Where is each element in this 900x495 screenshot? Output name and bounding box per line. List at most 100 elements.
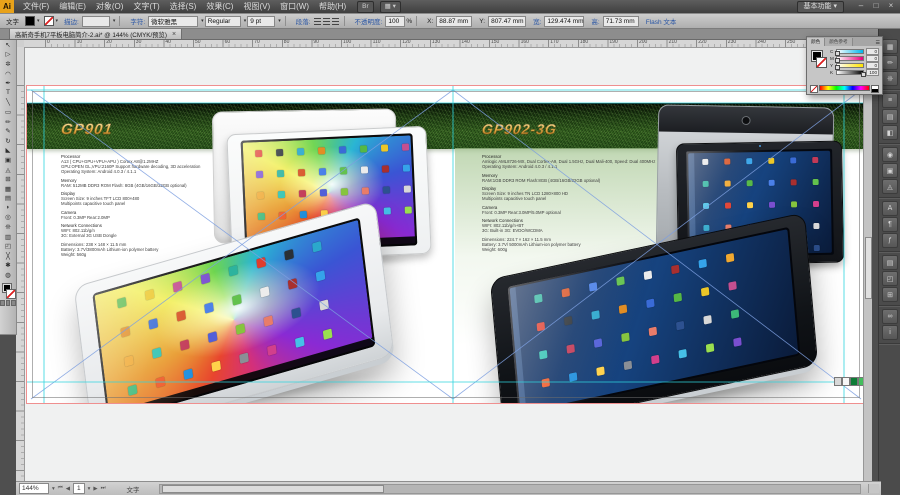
blend-tool[interactable]: ◎	[0, 213, 16, 223]
opacity-field[interactable]: 100	[385, 16, 405, 27]
menu-帮助[interactable]: 帮助(H)	[314, 0, 351, 13]
width-label[interactable]: 宽:	[533, 16, 541, 26]
magic-wand-tool[interactable]: ✲	[0, 59, 16, 69]
artboards-panel-icon[interactable]: ◰	[882, 271, 898, 286]
paragraph-panel-icon[interactable]: ¶	[882, 217, 898, 232]
x-field[interactable]: 88.87 mm	[436, 16, 472, 27]
direct-selection-tool[interactable]: ▷	[0, 50, 16, 60]
color-spectrum-bar[interactable]	[819, 85, 870, 91]
character-panel-icon[interactable]: A	[882, 201, 898, 216]
align-left-button[interactable]	[314, 18, 321, 25]
zoom-dropdown-arrow[interactable]: ▾	[52, 486, 55, 492]
prev-artboard-icon[interactable]: ◀	[66, 486, 70, 492]
brushes-panel-icon[interactable]: ✏	[882, 55, 898, 70]
lasso-tool[interactable]: ◠	[0, 69, 16, 79]
stroke-label[interactable]: 描边:	[64, 16, 79, 26]
pen-tool[interactable]: ✒	[0, 78, 16, 88]
character-label[interactable]: 字符:	[130, 16, 145, 26]
zoom-level-field[interactable]: 144%	[19, 483, 49, 494]
gradient-panel-icon[interactable]: ▤	[882, 109, 898, 124]
slider-value-field[interactable]: 0	[866, 55, 879, 62]
tab-color-guide[interactable]: 颜色参考	[825, 38, 852, 46]
paragraph-label[interactable]: 段落:	[296, 16, 311, 26]
menu-编辑[interactable]: 编辑(E)	[54, 0, 91, 13]
swatches-panel-icon[interactable]: ▦	[882, 39, 898, 54]
links-panel-icon[interactable]: ∞	[882, 309, 898, 324]
align-center-button[interactable]	[323, 18, 330, 25]
font-style-field[interactable]: Regular	[205, 16, 241, 27]
menu-效果[interactable]: 效果(C)	[201, 0, 238, 13]
next-artboard-icon[interactable]: ▶	[93, 486, 97, 492]
slider-value-field[interactable]: 0	[866, 62, 879, 69]
artboard-page[interactable]: GP901 GP902-3G ProcessorA13 ( CPU+GPU+VP…	[26, 85, 866, 404]
menu-窗口[interactable]: 窗口(W)	[275, 0, 314, 13]
canvas-area[interactable]: GP901 GP902-3G ProcessorA13 ( CPU+GPU+VP…	[24, 47, 872, 481]
arrange-documents-button[interactable]: ▦ ▾	[380, 1, 401, 13]
transparency-panel-icon[interactable]: ◧	[882, 125, 898, 140]
flash-text-link[interactable]: Flash 文本	[646, 16, 677, 26]
graphic-styles-panel-icon[interactable]: ▣	[882, 163, 898, 178]
fill-color-swatch[interactable]	[25, 16, 35, 26]
none-swatch[interactable]	[810, 85, 818, 93]
menu-文字[interactable]: 文字(T)	[128, 0, 164, 13]
menu-对象[interactable]: 对象(O)	[91, 0, 129, 13]
stroke-color-swatch[interactable]	[44, 16, 54, 26]
draw-behind-button[interactable]	[6, 300, 11, 306]
symbols-panel-icon[interactable]: ❊	[882, 71, 898, 86]
scale-tool[interactable]: ◣	[0, 146, 16, 156]
stroke-weight-field[interactable]	[82, 16, 110, 27]
workspace-switcher[interactable]: 基本功能 ▾	[797, 1, 844, 13]
gradient-tool[interactable]: ▤	[0, 194, 16, 204]
black-white-swatch[interactable]	[871, 85, 879, 93]
slice-tool[interactable]: ╳	[0, 251, 16, 261]
slider-value-field[interactable]: 0	[866, 48, 879, 55]
font-family-field[interactable]: 微软雅黑	[148, 16, 198, 27]
rotate-tool[interactable]: ↻	[0, 136, 16, 146]
hand-tool[interactable]: ✱	[0, 261, 16, 271]
height-label[interactable]: 高:	[591, 16, 599, 26]
slider-value-field[interactable]: 100	[866, 69, 879, 76]
mesh-tool[interactable]: ▦	[0, 184, 16, 194]
appearance-panel-icon[interactable]: ◉	[882, 147, 898, 162]
menu-文件[interactable]: 文件(F)	[18, 0, 54, 13]
artboard-tool[interactable]: ◰	[0, 241, 16, 251]
tab-close-icon[interactable]: ×	[172, 31, 176, 38]
height-field[interactable]: 71.73 mm	[603, 16, 639, 27]
paintbrush-tool[interactable]: ✏	[0, 117, 16, 127]
vertical-ruler[interactable]	[16, 47, 25, 481]
font-size-arrow[interactable]: ▾	[278, 18, 281, 24]
free-transform-tool[interactable]: ▣	[0, 155, 16, 165]
navigator-panel-icon[interactable]: ⊞	[882, 287, 898, 302]
opentype-panel-icon[interactable]: ƒ	[882, 233, 898, 248]
slider-track[interactable]	[836, 49, 864, 54]
pencil-tool[interactable]: ✎	[0, 126, 16, 136]
symbol-sprayer-tool[interactable]: ❊	[0, 222, 16, 232]
y-field[interactable]: 807.47 mm	[488, 16, 526, 27]
type-tool[interactable]: T	[0, 88, 16, 98]
rectangle-tool[interactable]: ▭	[0, 107, 16, 117]
width-field[interactable]: 129.474 mm	[544, 16, 584, 27]
bridge-button[interactable]: Br	[357, 1, 374, 13]
menu-选择[interactable]: 选择(S)	[165, 0, 202, 13]
panel-stroke-swatch[interactable]	[816, 57, 827, 68]
restore-button[interactable]: □	[871, 1, 881, 10]
minimize-button[interactable]: –	[856, 1, 866, 10]
slider-track[interactable]	[836, 56, 864, 61]
opacity-label[interactable]: 不透明度:	[355, 16, 383, 26]
menu-视图[interactable]: 视图(V)	[238, 0, 275, 13]
last-artboard-icon[interactable]: ⏭	[101, 485, 106, 492]
pathfinder-panel-icon[interactable]: ◬	[882, 179, 898, 194]
slider-thumb[interactable]	[861, 72, 866, 77]
selection-tool[interactable]: ↖	[0, 40, 16, 50]
horizontal-scrollbar[interactable]	[159, 484, 861, 494]
perspective-grid-tool[interactable]: ⊞	[0, 174, 16, 184]
artboard-dropdown-arrow[interactable]: ▾	[88, 486, 91, 492]
info-panel-icon[interactable]: i	[882, 325, 898, 340]
document-tab[interactable]: 高新奇手机7平板电脑简介-2.ai* @ 144% (CMYK/预览) ×	[9, 28, 182, 39]
eyedropper-tool[interactable]: ◗	[0, 203, 16, 213]
align-right-button[interactable]	[332, 18, 339, 25]
slider-track[interactable]	[836, 63, 864, 68]
draw-normal-button[interactable]	[0, 300, 5, 306]
line-tool[interactable]: ╲	[0, 98, 16, 108]
shape-builder-tool[interactable]: ◬	[0, 165, 16, 175]
